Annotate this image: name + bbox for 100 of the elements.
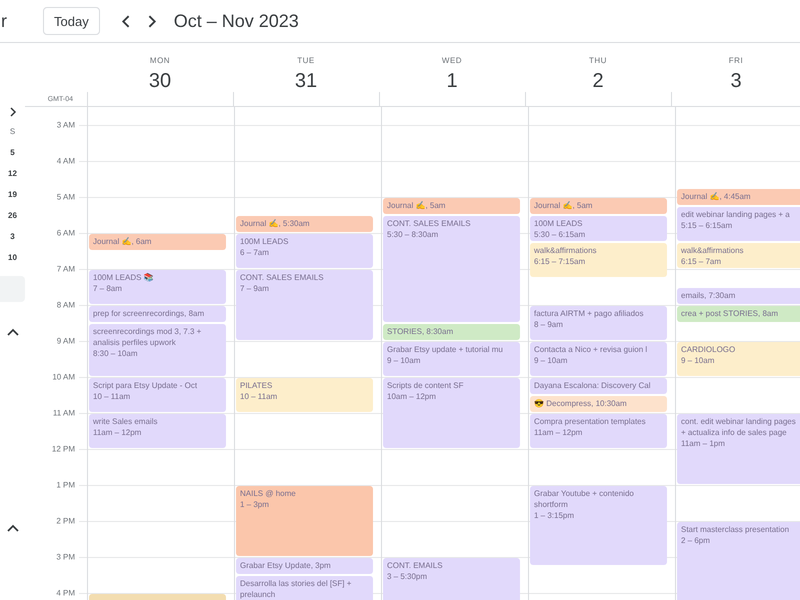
calendar-event[interactable]: CONT. SALES EMAILS 5:30 – 8:30am — [383, 216, 520, 322]
hour-label: 8 AM — [56, 300, 75, 310]
calendar-event[interactable]: emails, 7:30am — [677, 288, 800, 304]
event-title: Contacta a Nico + revisa guion l — [534, 344, 648, 355]
hour-label: 1 PM — [56, 480, 75, 490]
event-title: Desarrolla las stories del [SF] + prelaunch — [240, 578, 352, 600]
event-title: CONT. SALES EMAILS — [387, 218, 472, 229]
hour-label: 4 PM — [56, 588, 75, 598]
event-time: 11am – 12pm — [93, 427, 142, 438]
collapse-icon[interactable] — [6, 524, 18, 532]
event-title: Journal ✍, 5am — [534, 200, 594, 211]
calendar-event[interactable]: STORIES, 8:30am — [383, 324, 520, 340]
event-title: CONT. SALES EMAILS — [240, 272, 325, 283]
weekday-label: FRI — [728, 56, 744, 65]
event-title: edit webinar landing pages + a — [681, 209, 791, 220]
calendar-event[interactable]: Journal ✍, 5am — [530, 198, 667, 214]
calendar-event[interactable]: 100M LEADS 6 – 7am — [236, 234, 373, 268]
collapse-icon[interactable] — [6, 328, 18, 336]
calendar-event[interactable]: Compra presentation templates 11am – 12pm — [530, 414, 667, 448]
event-title: write Sales emails — [93, 416, 158, 427]
event-time: 10am – 12pm — [387, 391, 437, 402]
calendar-event[interactable]: walk&affirmations 6:15 – 7:15am — [530, 243, 667, 277]
weekday-label: WED — [442, 56, 462, 65]
event-time: 5:15 – 6:15am — [681, 220, 734, 231]
event-title: PILATES — [240, 380, 274, 391]
calendar-event[interactable]: 100M LEADS 5:30 – 6:15am — [530, 216, 667, 241]
calendar-event[interactable]: Journal ✍, 4:45am — [677, 189, 800, 205]
app-title: r — [0, 10, 8, 32]
calendar-event[interactable]: walk&affirmations 6:15 – 7am — [677, 243, 800, 268]
calendar-event[interactable]: edit webinar landing pages + a 5:15 – 6:15am — [677, 207, 800, 241]
hour-label: 9 AM — [56, 336, 75, 346]
day-number[interactable]: 3 — [730, 70, 742, 93]
mini-calendar-date[interactable]: 12 — [8, 166, 17, 187]
calendar-event[interactable]: 😎 Decompress, 10:30am — [530, 396, 667, 412]
day-number[interactable]: 1 — [446, 70, 458, 93]
calendar-event[interactable]: 100M LEADS 📚 7 – 8am — [89, 270, 226, 304]
calendar-event[interactable]: CARDIOLOGO 9 – 10am — [677, 342, 800, 376]
calendar-event[interactable]: Contacta a Nico + revisa guion l 9 – 10am — [530, 342, 667, 376]
mini-calendar-date[interactable]: 3 — [10, 229, 15, 250]
hour-label: 6 AM — [56, 228, 75, 238]
hour-label: 7 AM — [56, 264, 75, 274]
calendar-event[interactable]: screenrecordings mod 3, 7.3 + analisis perfiles upwork 8:30 – 10am — [89, 324, 226, 376]
event-time: 5:30 – 8:30am — [387, 229, 440, 240]
hour-label: 3 PM — [56, 552, 75, 562]
mini-calendar-date[interactable]: S — [10, 124, 16, 145]
event-title: NAILS @ home — [240, 488, 297, 499]
date-range-title: Oct – Nov 2023 — [174, 10, 299, 32]
calendar-event[interactable]: Script para Etsy Update - Oct 10 – 11am — [89, 378, 226, 412]
calendar-event[interactable]: Scripts de content SF 10am – 12pm — [383, 378, 520, 448]
today-button[interactable]: Today — [43, 7, 100, 35]
calendar-event[interactable]: write Sales emails 11am – 12pm — [89, 414, 226, 448]
event-time: 7 – 8am — [93, 283, 123, 294]
day-number[interactable]: 31 — [294, 70, 318, 93]
day-number[interactable]: 30 — [148, 70, 172, 93]
hour-label: 4 AM — [56, 156, 75, 166]
day-number[interactable]: 2 — [592, 70, 604, 93]
event-time: 5:30 – 6:15am — [534, 229, 586, 240]
event-time: 1 – 3pm — [240, 499, 270, 510]
calendar-event[interactable]: factura AIRTM + pago afiliados 8 – 9am — [530, 306, 667, 340]
calendar-event[interactable]: Journal ✍, 6am — [89, 234, 226, 250]
mini-calendar-date[interactable]: 10 — [8, 250, 17, 271]
event-title: walk&affirmations — [681, 245, 745, 256]
weekday-label: THU — [589, 56, 607, 65]
event-title: Grabar Etsy update + tutorial mu — [387, 344, 504, 355]
event-title: walk&affirmations — [534, 245, 598, 256]
event-title: 100M LEADS — [534, 218, 584, 229]
calendar-event[interactable]: crea + post STORIES, 8am — [677, 306, 800, 322]
event-title: cont. edit webinar landing pages + actualiza info de sales page — [681, 416, 797, 438]
calendar-event[interactable]: Journal ✍, 5am — [383, 198, 520, 214]
event-title: 😎 Decompress, 10:30am — [534, 398, 628, 409]
calendar-event[interactable]: Grabar Youtube + contenido shortform 1 – 3:15pm — [530, 486, 667, 565]
hour-label: 12 PM — [52, 444, 75, 454]
event-title: crea + post STORIES, 8am — [681, 308, 780, 319]
calendar-event[interactable]: Desarrolla las stories del [SF] + prelaunch — [236, 576, 373, 600]
event-title: Grabar Youtube + contenido shortform — [534, 488, 635, 510]
calendar-event[interactable]: CONT. EMAILS 3 – 5:30pm — [383, 558, 520, 600]
calendar-event[interactable]: Grabar Etsy update + tutorial mu 9 – 10am — [383, 342, 520, 376]
event-title: Script para Etsy Update - Oct — [93, 380, 198, 391]
event-title: STORIES, 8:30am — [387, 326, 454, 337]
calendar-event[interactable]: Journal ✍, 5:30am — [236, 216, 373, 232]
calendar-event[interactable]: CONT. SALES EMAILS 7 – 9am — [236, 270, 373, 340]
event-time: 9 – 10am — [534, 355, 568, 366]
event-title: 100M LEADS — [240, 236, 290, 247]
next-month-icon[interactable] — [8, 107, 18, 117]
event-time: 6:15 – 7am — [681, 256, 722, 267]
mini-calendar-date[interactable]: 26 — [8, 208, 17, 229]
calendar-event[interactable]: PILATES 10 – 11am — [236, 378, 373, 412]
event-title: Journal ✍, 6am — [93, 236, 152, 247]
event-time: 8:30 – 10am — [93, 348, 138, 359]
event-time: 6:15 – 7:15am — [534, 256, 586, 267]
calendar-event[interactable]: NAILS @ home 1 – 3pm — [236, 486, 373, 556]
calendar-event[interactable]: Start masterclass presentation 2 – 6pm — [677, 522, 800, 600]
mini-calendar-date[interactable]: 19 — [8, 187, 17, 208]
calendar-event[interactable]: prep for screenrecordings, 8am — [89, 306, 226, 322]
mini-calendar-date[interactable]: 5 — [10, 145, 15, 166]
calendar-event[interactable]: Grabar Etsy Update, 3pm — [236, 558, 373, 574]
event-time: 7 – 9am — [240, 283, 270, 294]
calendar-event[interactable]: cont. edit webinar landing pages + actualiza info de sales page 11am – 1pm — [677, 414, 800, 484]
calendar-event[interactable]: Dayana Escalona: Discovery Cal — [530, 378, 667, 394]
event-title: 100M LEADS 📚 — [93, 272, 155, 283]
